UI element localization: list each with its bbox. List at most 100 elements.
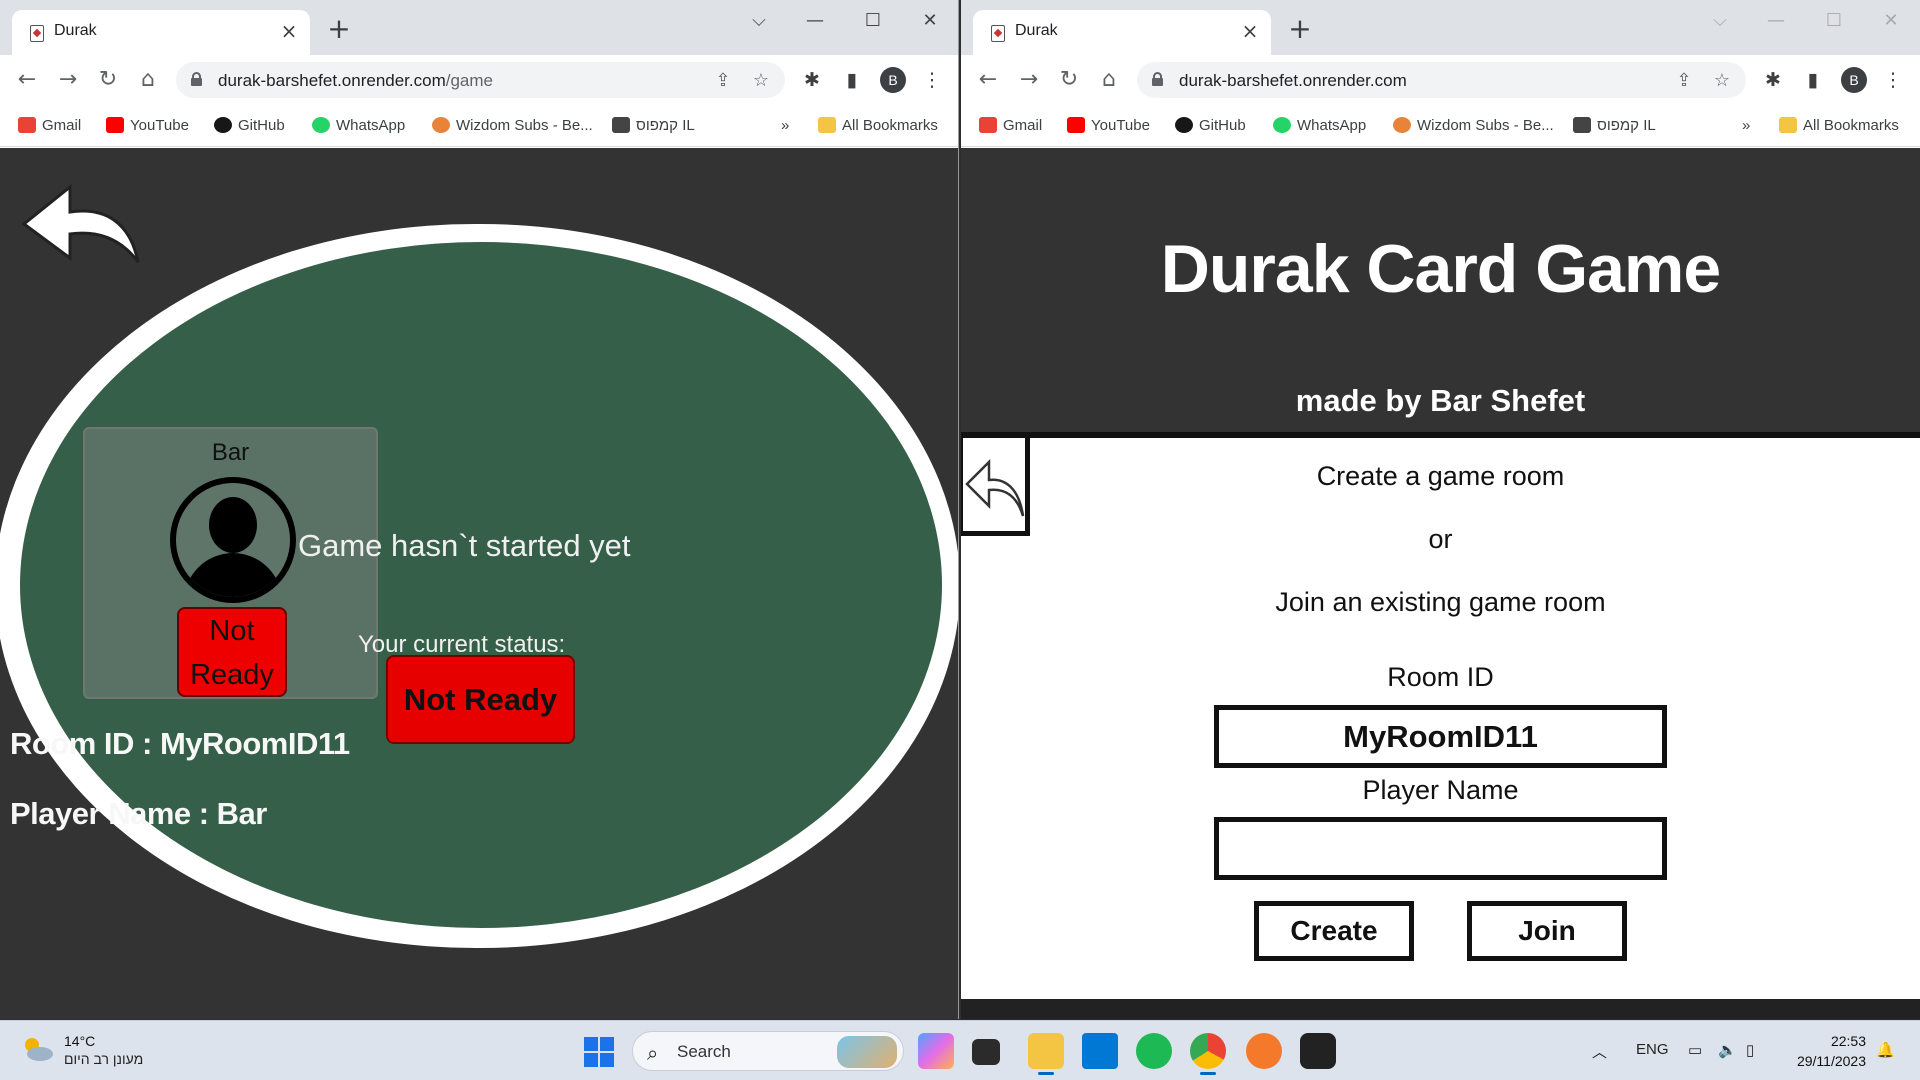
bookmarks-overflow-icon[interactable]: » <box>1742 115 1750 137</box>
bookmark-github[interactable]: GitHub <box>214 115 285 137</box>
tab-search-chevron-icon[interactable]: ⌵ <box>744 8 774 34</box>
back-arrow-icon[interactable] <box>20 172 140 272</box>
bookmark-star-icon[interactable]: ☆ <box>1711 70 1733 92</box>
bookmark-star-icon[interactable]: ☆ <box>750 70 772 92</box>
clock-time: 22:53 <box>1830 1033 1866 1049</box>
close-tab-icon[interactable]: × <box>278 20 300 42</box>
address-bar[interactable]: durak-barshefet.onrender.com ⇪ ☆ <box>1137 62 1746 98</box>
create-room-text: Create a game room <box>1316 461 1565 491</box>
address-bar[interactable]: durak-barshefet.onrender.com/game ⇪ ☆ <box>176 62 785 98</box>
back-icon[interactable]: ← <box>975 67 1001 93</box>
browser-window-game: Durak × + ⌵ — ☐ ✕ ← → ↻ ⌂ durak-barshefe… <box>0 0 959 1019</box>
close-window-button[interactable]: ✕ <box>1876 8 1906 34</box>
vscode-icon[interactable] <box>1082 1033 1118 1069</box>
extensions-icon[interactable]: ✱ <box>800 68 824 92</box>
create-button[interactable]: Create <box>1254 901 1414 961</box>
profile-avatar[interactable]: B <box>1841 67 1867 93</box>
bookmark-wizdom[interactable]: Wizdom Subs - Be... <box>1393 115 1554 137</box>
davinci-icon[interactable] <box>1300 1033 1336 1069</box>
battery-icon[interactable]: ▯ <box>1746 1041 1754 1059</box>
bookmark-wizdom[interactable]: Wizdom Subs - Be... <box>432 115 593 137</box>
lock-icon[interactable] <box>191 72 202 86</box>
extensions-icon[interactable]: ✱ <box>1761 68 1785 92</box>
windows-start-icon[interactable] <box>584 1037 614 1067</box>
spotify-icon[interactable] <box>1136 1033 1172 1069</box>
maximize-button[interactable]: ☐ <box>1819 8 1849 34</box>
github-icon <box>1175 117 1193 133</box>
bookmark-gmail[interactable]: Gmail <box>18 115 81 137</box>
bookmark-whatsapp[interactable]: WhatsApp <box>312 115 405 137</box>
share-icon[interactable]: ⇪ <box>712 70 734 92</box>
all-bookmarks[interactable]: All Bookmarks <box>818 115 938 137</box>
reload-icon[interactable]: ↻ <box>95 67 121 93</box>
player-status-badge: Not Ready <box>177 607 287 697</box>
back-icon[interactable]: ← <box>14 67 40 93</box>
system-clock[interactable]: 22:53 29/11/2023 <box>1797 1031 1866 1071</box>
profile-avatar[interactable]: B <box>880 67 906 93</box>
notifications-icon[interactable]: 🔔 <box>1876 1041 1895 1059</box>
volume-icon[interactable]: 🔈 <box>1718 1041 1737 1059</box>
close-tab-icon[interactable]: × <box>1239 20 1261 42</box>
bookmark-whatsapp[interactable]: WhatsApp <box>1273 115 1366 137</box>
url-text[interactable]: durak-barshefet.onrender.com/game <box>218 71 493 91</box>
folder-icon[interactable] <box>1028 1033 1064 1075</box>
youtube-icon <box>1067 117 1085 133</box>
language-indicator[interactable]: ENG <box>1636 1041 1669 1058</box>
tray-overflow-icon[interactable]: ︿ <box>1592 1041 1607 1062</box>
all-bookmarks[interactable]: All Bookmarks <box>1779 115 1899 137</box>
new-tab-button[interactable]: + <box>1287 15 1313 43</box>
browser-tab[interactable]: Durak × <box>973 10 1271 55</box>
player-name-input[interactable] <box>1214 817 1667 880</box>
or-text: or <box>1428 524 1453 554</box>
maximize-button[interactable]: ☐ <box>858 8 888 34</box>
close-window-button[interactable]: ✕ <box>915 8 945 34</box>
blender-icon[interactable] <box>1246 1033 1282 1069</box>
room-id-input[interactable]: MyRoomID11 <box>1214 705 1667 768</box>
footer-bar <box>961 999 1920 1019</box>
minimize-button[interactable]: — <box>1761 8 1791 34</box>
bookmark-github[interactable]: GitHub <box>1175 115 1246 137</box>
menu-kebab-icon[interactable]: ⋮ <box>920 68 944 92</box>
new-tab-button[interactable]: + <box>326 15 352 43</box>
minimize-button[interactable]: — <box>800 8 830 34</box>
join-button[interactable]: Join <box>1467 901 1627 961</box>
side-panel-icon[interactable]: ▮ <box>840 68 864 92</box>
lock-icon[interactable] <box>1152 72 1163 86</box>
share-icon[interactable]: ⇪ <box>1673 70 1695 92</box>
weather-desc: מעונן רב היום <box>64 1051 144 1067</box>
menu-kebab-icon[interactable]: ⋮ <box>1881 68 1905 92</box>
browser-window-lobby: Durak × + ⌵ — ☐ ✕ ← → ↻ ⌂ durak-barshefe… <box>961 0 1920 1019</box>
bookmark-campus[interactable]: קמפוס IL <box>1573 115 1656 137</box>
page-subtitle: made by Bar Shefet <box>1295 383 1586 418</box>
bookmark-youtube[interactable]: YouTube <box>106 115 189 137</box>
join-room-text: Join an existing game room <box>1275 587 1606 617</box>
clock-date: 29/11/2023 <box>1796 1053 1866 1069</box>
browser-toolbar: ← → ↻ ⌂ durak-barshefet.onrender.com/gam… <box>0 55 958 105</box>
forward-icon[interactable]: → <box>1016 67 1042 93</box>
taskbar-search[interactable]: ⌕ Search <box>632 1031 904 1071</box>
bookmark-youtube[interactable]: YouTube <box>1067 115 1150 137</box>
bookmarks-overflow-icon[interactable]: » <box>781 115 789 137</box>
bookmark-gmail[interactable]: Gmail <box>979 115 1042 137</box>
tab-search-chevron-icon[interactable]: ⌵ <box>1705 8 1735 34</box>
reload-icon[interactable]: ↻ <box>1056 67 1082 93</box>
player-seat-name: Bar <box>211 439 250 466</box>
browser-tab[interactable]: Durak × <box>12 10 310 55</box>
tab-title: Durak <box>54 22 97 39</box>
player-name-info: Player Name : Bar <box>10 796 267 831</box>
campus-icon <box>612 117 630 133</box>
bookmark-campus[interactable]: קמפוס IL <box>612 115 695 137</box>
card-favicon-icon <box>991 25 1005 42</box>
toggle-ready-button[interactable]: Not Ready <box>386 655 575 744</box>
copilot-icon[interactable] <box>918 1033 954 1069</box>
folder-icon <box>1779 117 1797 133</box>
forward-icon[interactable]: → <box>55 67 81 93</box>
file-explorer-icon[interactable] <box>972 1039 1000 1065</box>
chrome-icon[interactable] <box>1190 1033 1226 1075</box>
folder-icon <box>818 117 836 133</box>
home-icon[interactable]: ⌂ <box>135 67 161 93</box>
side-panel-icon[interactable]: ▮ <box>1801 68 1825 92</box>
network-icon[interactable]: ▭ <box>1688 1041 1702 1059</box>
url-text[interactable]: durak-barshefet.onrender.com <box>1179 71 1407 91</box>
home-icon[interactable]: ⌂ <box>1096 67 1122 93</box>
